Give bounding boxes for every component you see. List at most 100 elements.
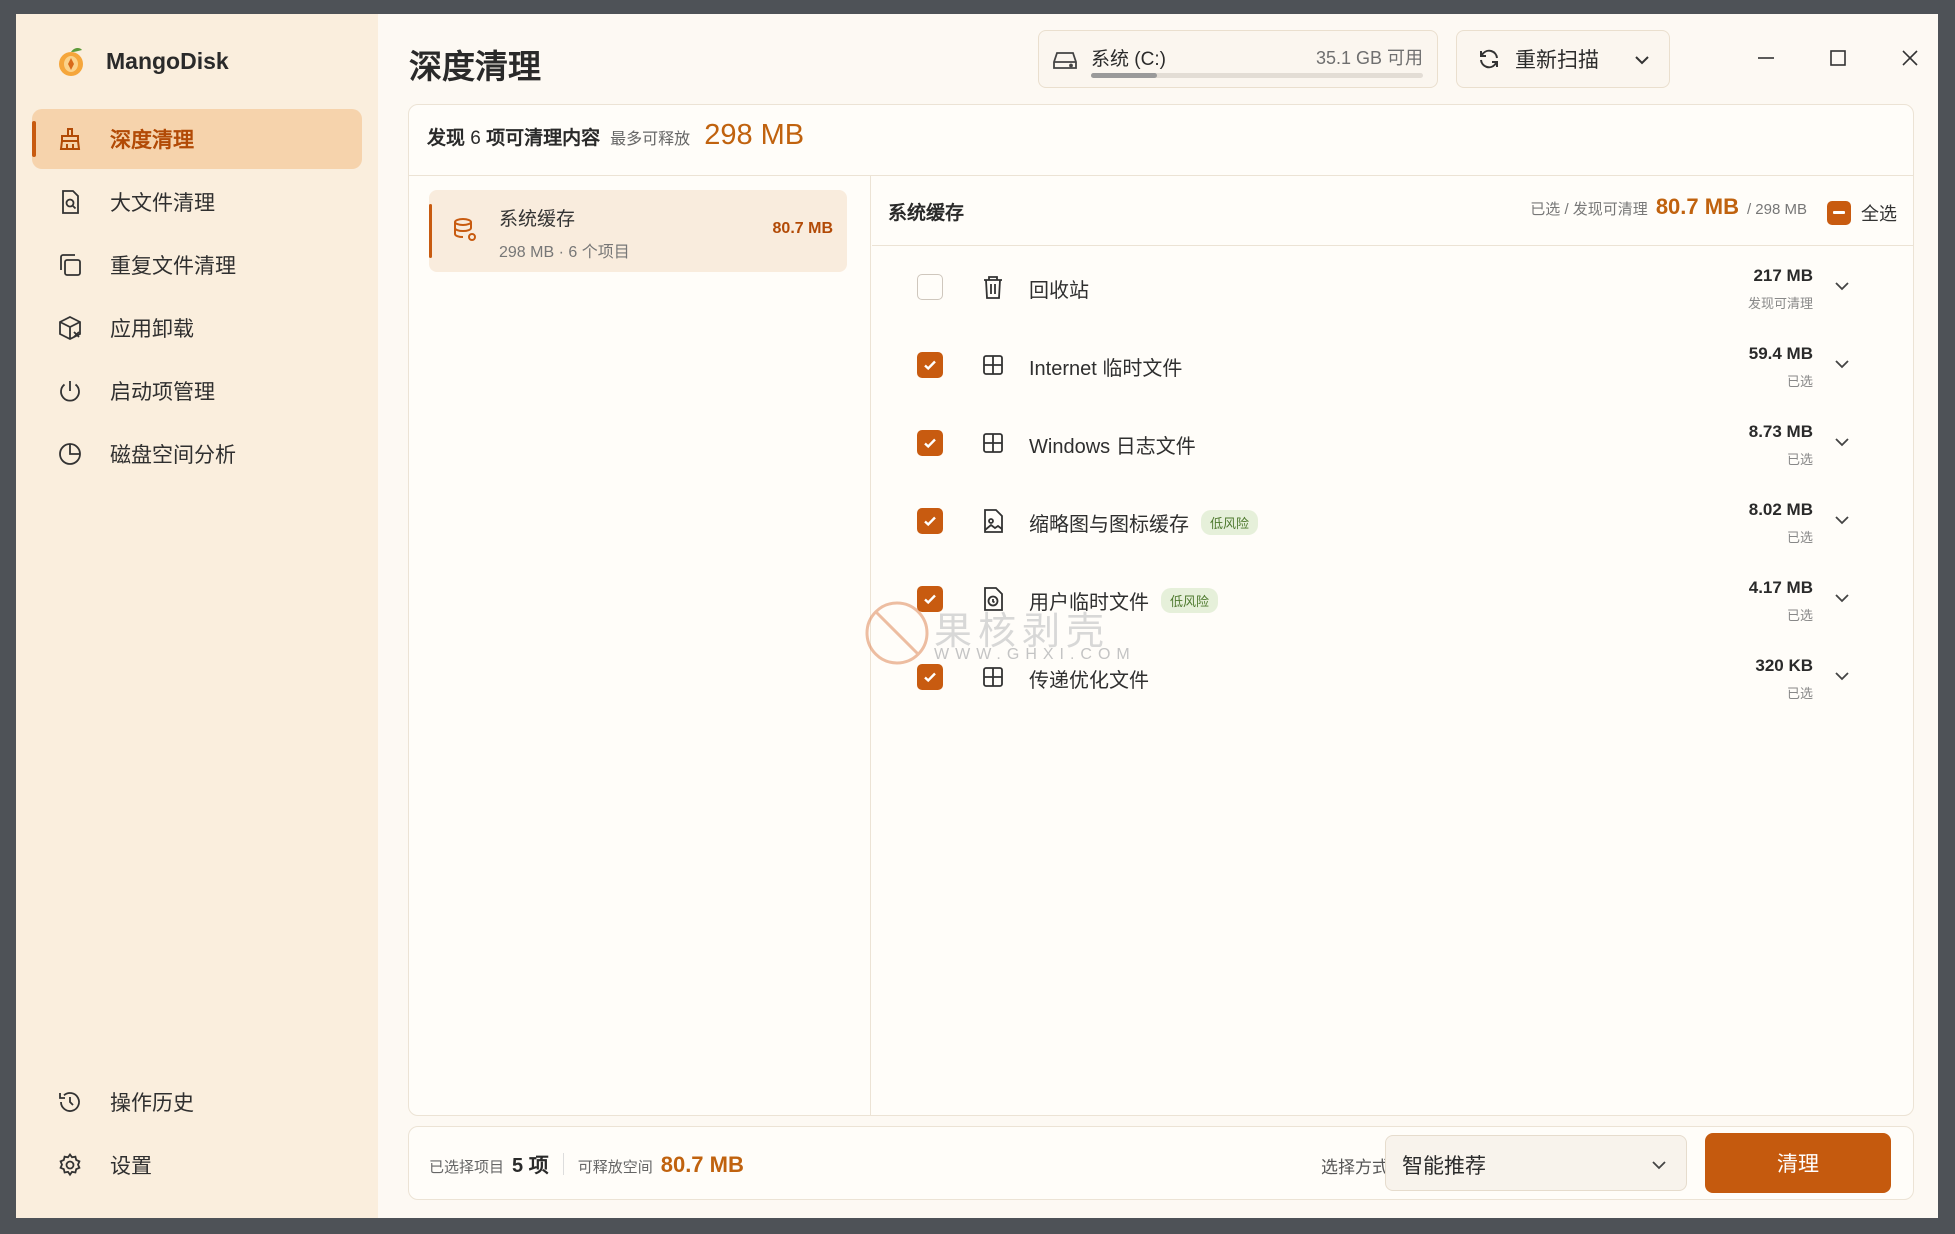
select-all-toggle[interactable]: 全选 [1827, 200, 1897, 226]
file-search-icon [56, 188, 84, 216]
selection-mode-dropdown[interactable]: 智能推荐 [1385, 1135, 1687, 1191]
item-size: 320 KB [1755, 656, 1813, 675]
drive-selector[interactable]: 系统 (C:) 35.1 GB 可用 [1038, 30, 1438, 88]
detail-title: 系统缓存 [888, 203, 965, 224]
item-name: Windows 日志文件 [1029, 430, 1196, 459]
check-icon [924, 438, 936, 449]
brand: MangoDisk [54, 44, 229, 78]
check-icon [924, 360, 936, 371]
risk-badge: 低风险 [1161, 588, 1219, 613]
item-label: 传递优化文件 [1029, 670, 1149, 692]
watermark-subtext: WWW.GHXI.COM [934, 646, 1136, 663]
hard-drive-icon [1053, 52, 1077, 69]
item-name: 回收站 [1029, 274, 1089, 303]
item-checkbox[interactable] [917, 274, 943, 300]
category-sub: 298 MB · 6 个项目 [499, 244, 630, 261]
check-icon [924, 516, 936, 527]
mango-logo-icon [59, 47, 83, 76]
item-name: 传递优化文件 [1029, 664, 1149, 693]
item-size: 59.4 MB [1748, 344, 1813, 363]
chevron-down-icon[interactable] [1833, 589, 1851, 607]
item-checkbox[interactable] [917, 664, 943, 690]
max-release-value: 298 MB [704, 119, 805, 151]
item-checkbox[interactable] [917, 430, 943, 456]
item-status: 已选 [1786, 608, 1813, 623]
chevron-down-icon [1652, 1161, 1666, 1170]
select-all-checkbox[interactable] [1827, 200, 1851, 225]
sidebar-item-startup[interactable]: 启动项管理 [32, 361, 362, 421]
windows-icon [983, 433, 1003, 453]
chevron-down-icon[interactable] [1633, 51, 1651, 69]
database-gear-icon [454, 218, 476, 241]
page-title: 深度清理 [409, 48, 541, 85]
list-item: Internet 临时文件 59.4 MB 已选 [872, 325, 1913, 403]
rescan-button[interactable]: 重新扫描 [1456, 30, 1670, 88]
maximize-button[interactable] [1824, 44, 1852, 72]
chevron-down-icon[interactable] [1833, 433, 1851, 451]
sidebar-item-label: 启动项管理 [110, 381, 215, 404]
drive-usage-bar [1091, 73, 1423, 78]
clean-button[interactable]: 清理 [1705, 1133, 1891, 1193]
sidebar-nav: 深度清理 大文件清理 重复文件清理 应用卸载 启动项管理 磁盘空间分析 [32, 109, 362, 487]
sidebar-item-uninstall[interactable]: 应用卸载 [32, 298, 362, 358]
windows-icon [983, 355, 1003, 375]
item-checkbox[interactable] [917, 352, 943, 378]
list-item: Windows 日志文件 8.73 MB 已选 [872, 403, 1913, 481]
rescan-label: 重新扫描 [1515, 49, 1599, 72]
chevron-down-icon[interactable] [1833, 667, 1851, 685]
sidebar-item-history[interactable]: 操作历史 [32, 1072, 362, 1132]
chevron-down-icon[interactable] [1833, 277, 1851, 295]
maximize-icon [1830, 50, 1846, 66]
sidebar-item-large-files[interactable]: 大文件清理 [32, 172, 362, 232]
sidebar-item-settings[interactable]: 设置 [32, 1135, 362, 1195]
list-item: 缩略图与图标缓存 低风险 8.02 MB 已选 [872, 481, 1913, 559]
sidebar-item-label: 深度清理 [110, 129, 194, 152]
chevron-down-icon[interactable] [1833, 511, 1851, 529]
risk-badge: 低风险 [1201, 510, 1259, 535]
item-status: 发现可清理 [1747, 296, 1813, 311]
found-count: 6 [470, 128, 481, 149]
category-card-system-cache[interactable]: 系统缓存 298 MB · 6 个项目 80.7 MB [429, 190, 847, 272]
item-label: 缩略图与图标缓存 [1029, 514, 1189, 536]
sidebar-item-duplicates[interactable]: 重复文件清理 [32, 235, 362, 295]
drive-usage-fill [1091, 73, 1158, 78]
found-suffix: 项可清理内容 [486, 128, 601, 149]
broom-icon [56, 125, 84, 153]
item-status: 已选 [1786, 530, 1813, 545]
check-icon [924, 672, 936, 683]
copy-icon [56, 251, 84, 279]
selection-mode-label: 选择方式 [1321, 1158, 1389, 1177]
drive-name: 系统 (C:) [1091, 49, 1166, 70]
minimize-button[interactable] [1752, 44, 1780, 72]
free-space-label: 可释放空间 [577, 1159, 653, 1176]
app-name: MangoDisk [106, 47, 229, 74]
pie-chart-icon [56, 440, 84, 468]
item-status: 已选 [1786, 686, 1813, 701]
list-item: 回收站 217 MB 发现可清理 [872, 247, 1913, 325]
minus-icon [1833, 211, 1845, 214]
sidebar: MangoDisk 深度清理 大文件清理 重复文件清理 应用卸载 启动项管理 磁… [16, 14, 378, 1218]
close-button[interactable] [1896, 44, 1924, 72]
refresh-icon [1480, 49, 1498, 69]
bottom-action-bar: 已选择项目 5 项 可释放空间 80.7 MB 选择方式 智能推荐 清理 [408, 1126, 1914, 1200]
category-size: 80.7 MB [772, 220, 833, 237]
item-checkbox[interactable] [917, 508, 943, 534]
selected-value: 80.7 MB [1655, 194, 1739, 219]
chevron-down-icon[interactable] [1833, 355, 1851, 373]
sidebar-item-deep-clean[interactable]: 深度清理 [32, 109, 362, 169]
item-status: 已选 [1786, 374, 1813, 389]
package-remove-icon [56, 314, 84, 342]
minimize-icon [1758, 57, 1774, 59]
detail-selection-summary: 已选 / 发现可清理 80.7 MB / 298 MB 全选 [1530, 194, 1897, 226]
item-name: 缩略图与图标缓存 低风险 [1029, 508, 1259, 537]
gear-icon [56, 1151, 84, 1179]
item-size: 8.02 MB [1748, 500, 1813, 519]
found-summary: 发现 6 项可清理内容 [427, 123, 600, 150]
item-label: 回收站 [1029, 280, 1089, 302]
scan-summary: 发现 6 项可清理内容 最多可释放 298 MB [427, 119, 804, 159]
sidebar-item-disk-analysis[interactable]: 磁盘空间分析 [32, 424, 362, 484]
windows-icon [983, 667, 1003, 687]
close-icon [1902, 50, 1918, 66]
sidebar-item-label: 设置 [110, 1155, 152, 1178]
app-window: MangoDisk 深度清理 大文件清理 重复文件清理 应用卸载 启动项管理 磁… [16, 14, 1938, 1218]
